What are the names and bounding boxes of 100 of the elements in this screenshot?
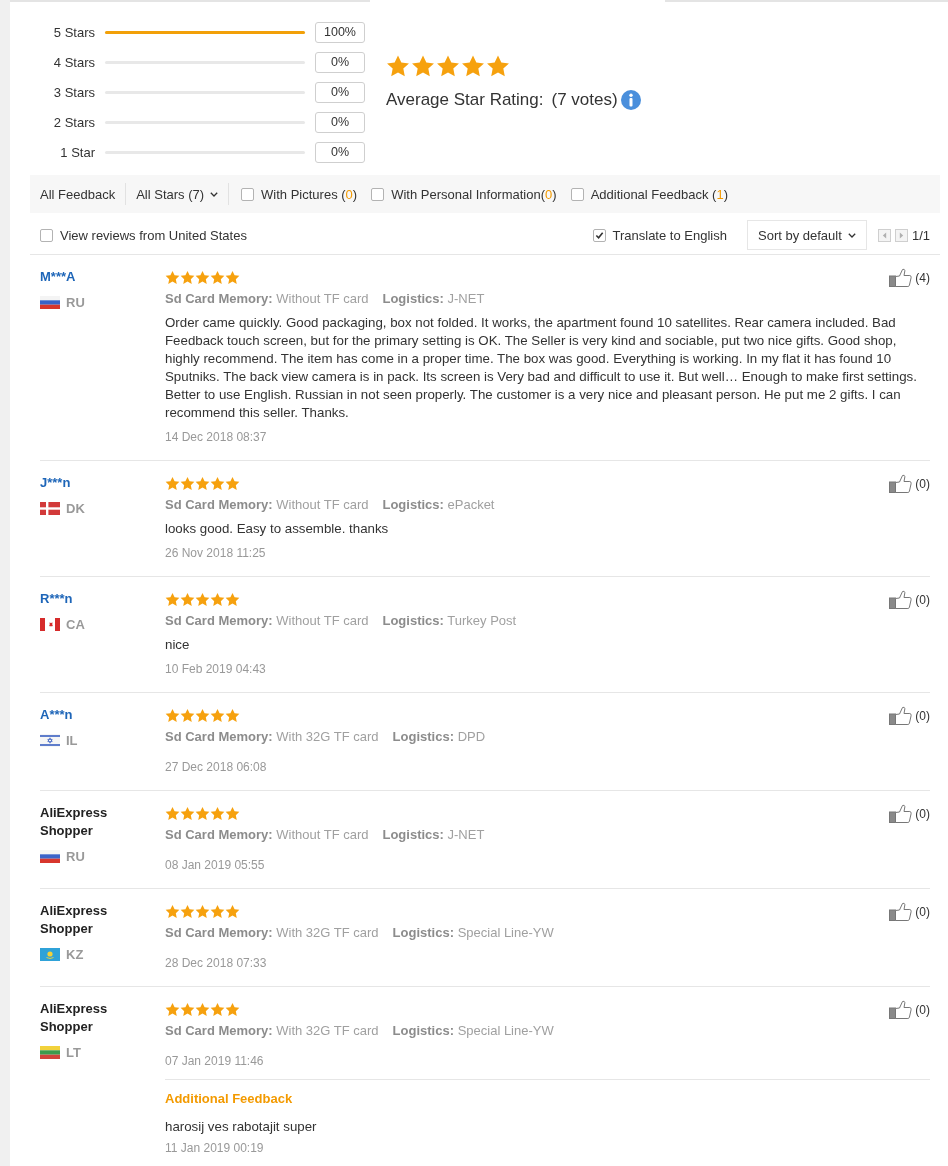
checkbox-label[interactable]: Additional Feedback (1): [590, 186, 728, 202]
star-icon: [225, 592, 240, 607]
star-icon: [411, 54, 435, 78]
product-attribute: Logistics: Special Line-YW: [392, 1022, 554, 1040]
star-icon: [210, 806, 225, 821]
country-code: RU: [66, 848, 85, 864]
review-date: 11 Jan 2019 00:19: [165, 1140, 265, 1156]
all-feedback-tab[interactable]: All Feedback: [40, 186, 116, 202]
product-attribute: Logistics: J-NET: [382, 826, 485, 844]
like-button[interactable]: (0): [889, 1000, 930, 1019]
percentage-value: 100%: [315, 21, 365, 43]
flag-icon: [40, 733, 60, 747]
product-attribute: Sd Card Memory: Without TF card: [165, 496, 369, 514]
thumbs-up-icon: [889, 902, 913, 921]
like-button[interactable]: (0): [889, 474, 930, 493]
review-date: 07 Jan 2019 11:46: [165, 1053, 265, 1070]
info-icon[interactable]: [620, 90, 641, 110]
star-icon: [210, 476, 225, 491]
star-icon: [210, 708, 225, 723]
product-attribute: Sd Card Memory: Without TF card: [165, 290, 369, 308]
country-code: IL: [66, 732, 78, 748]
star-icon: [165, 708, 180, 723]
star-level-label: 3 Stars: [52, 84, 95, 100]
checkbox-label[interactable]: View reviews from United States: [60, 227, 247, 243]
review-date: 10 Feb 2019 04:43: [165, 661, 267, 678]
country-code: DK: [66, 500, 85, 516]
star-icon: [461, 54, 485, 78]
page-indicator: 1/1: [911, 227, 930, 243]
like-button[interactable]: (0): [889, 590, 930, 609]
checkbox[interactable]: [40, 228, 53, 242]
product-attribute: Logistics: J-NET: [382, 290, 485, 308]
star-icon: [165, 476, 180, 491]
star-level-label: 5 Stars: [52, 24, 95, 40]
star-filter-dropdown[interactable]: All Stars (7): [136, 186, 219, 202]
star-icon: [180, 708, 195, 723]
star-icon: [225, 708, 240, 723]
reviewer-name: AliExpress Shopper: [40, 902, 109, 938]
product-attribute: Sd Card Memory: With 32G TF card: [165, 1022, 379, 1040]
star-icon: [225, 1002, 240, 1017]
checkbox[interactable]: [241, 187, 255, 201]
review-date: 28 Dec 2018 07:33: [165, 955, 268, 972]
reviewer-name[interactable]: J***n: [40, 474, 130, 492]
country-code: KZ: [66, 946, 84, 962]
review-date: 27 Dec 2018 06:08: [165, 759, 268, 776]
thumbs-up-icon: [889, 1000, 913, 1019]
checkbox-label[interactable]: With Personal Information(0): [391, 186, 557, 202]
checkbox-label[interactable]: With Pictures (0): [261, 186, 358, 202]
star-icon: [180, 270, 195, 285]
reviewer-name[interactable]: M***A: [40, 268, 130, 286]
star-icon: [195, 1002, 210, 1017]
star-icon: [225, 270, 240, 285]
star-icon: [210, 904, 225, 919]
star-icon: [195, 904, 210, 919]
review-text: harosij ves rabotajit super: [165, 1118, 318, 1136]
review-text: Order came quickly. Good packaging, box not folded. It works, the apartment found 10 satellites. Rear camera included. Bad Feedback touch screen, but for the primary setting is OK. The Seller is very kind and sociable, put two nice gifts. Good shop, highly recommend. The item has come in a proper time. The box was good. Everything is working. In my flat it has found 10 Sputniks. The back view camera is in pack. Its screen is Very bad and difficult to use it. But well… Enough to make first settings. Better to use English. Russian in not seen properly. The customer is a very nice and pleasant person. He put me 2 gifts. I can recommend this seller. Thanks.: [165, 314, 918, 422]
next-page-button[interactable]: [894, 228, 908, 242]
star-icon: [180, 476, 195, 491]
right-triangle-icon: [898, 231, 904, 239]
reviewer-name[interactable]: R***n: [40, 590, 130, 608]
thumbs-up-icon: [889, 474, 913, 493]
sort-dropdown[interactable]: Sort by default: [746, 220, 867, 250]
star-icon: [180, 806, 195, 821]
star-icon: [195, 806, 210, 821]
percentage-value: 0%: [315, 141, 365, 163]
percentage-value: 0%: [315, 81, 365, 103]
star-icon: [195, 476, 210, 491]
reviewer-name: AliExpress Shopper: [40, 804, 109, 840]
previous-page-button[interactable]: [877, 228, 891, 242]
flag-icon: [40, 617, 60, 631]
star-icon: [210, 270, 225, 285]
checkbox[interactable]: [592, 228, 606, 242]
star-icon: [195, 592, 210, 607]
star-icon: [195, 270, 210, 285]
star-icon: [225, 904, 240, 919]
reviewer-name[interactable]: A***n: [40, 706, 130, 724]
flag-icon: [40, 947, 60, 961]
star-icon: [165, 806, 180, 821]
checkbox[interactable]: [371, 187, 385, 201]
checkbox[interactable]: [570, 187, 584, 201]
star-icon: [180, 592, 195, 607]
thumbs-up-icon: [889, 706, 913, 725]
left-triangle-icon: [881, 231, 887, 239]
country-code: LT: [66, 1044, 81, 1060]
flag-icon: [40, 849, 60, 863]
product-attribute: Logistics: Turkey Post: [382, 612, 517, 630]
thumbs-up-icon: [889, 590, 913, 609]
like-button[interactable]: (0): [889, 804, 930, 823]
like-button[interactable]: (0): [889, 902, 930, 921]
checkbox-label[interactable]: Translate to English: [612, 227, 727, 243]
star-icon: [180, 904, 195, 919]
star-level-label: 4 Stars: [52, 54, 95, 70]
review-date: 14 Dec 2018 08:37: [165, 429, 268, 446]
product-attribute: Sd Card Memory: Without TF card: [165, 612, 369, 630]
star-icon: [165, 904, 180, 919]
vote-count: (7 votes): [551, 90, 618, 110]
like-button[interactable]: (4): [889, 268, 930, 287]
star-icon: [225, 476, 240, 491]
review-date: 08 Jan 2019 05:55: [165, 857, 266, 874]
caret-icon: [847, 232, 856, 238]
like-button[interactable]: (0): [889, 706, 930, 725]
